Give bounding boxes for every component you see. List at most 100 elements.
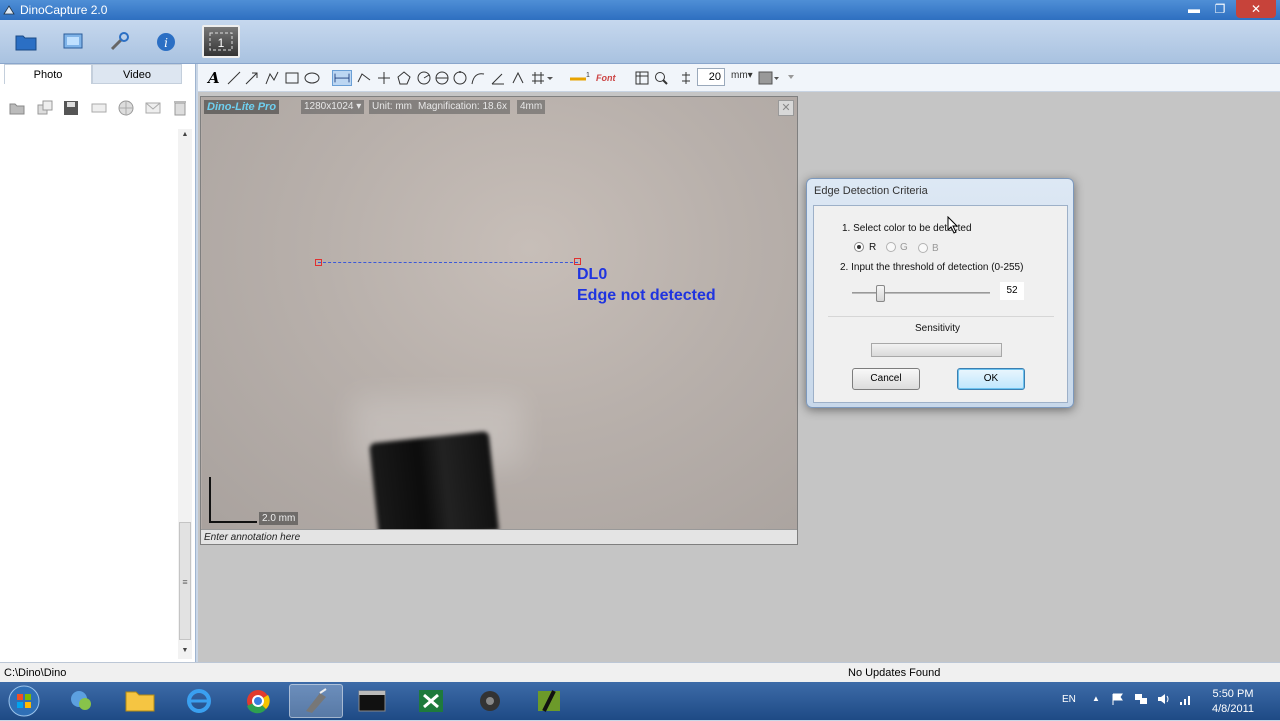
table-icon[interactable] [634, 70, 650, 86]
zoom-value-input[interactable]: 20 [697, 68, 725, 86]
taskbar-dinocapture[interactable] [289, 684, 343, 718]
field-of-view-label: 4mm [517, 100, 546, 114]
save-icon[interactable] [62, 99, 80, 117]
resolution-dropdown[interactable]: 1280x1024 ▾ [301, 100, 365, 114]
copy-icon[interactable] [36, 99, 54, 117]
network-icon[interactable] [1133, 692, 1149, 706]
taskbar-messenger[interactable] [54, 684, 108, 718]
cancel-button[interactable]: Cancel [852, 368, 920, 390]
cmd-icon [358, 690, 386, 712]
folder-icon[interactable] [12, 28, 40, 56]
drawing-toolbar: A 1 Font 20 mm▾ [198, 64, 1280, 92]
threshold-slider-track[interactable] [852, 292, 990, 294]
measurement-status: Edge not detected [577, 287, 716, 304]
tray-expand-icon[interactable]: ▲ [1092, 694, 1100, 703]
windows-start-icon[interactable] [4, 683, 44, 719]
clock[interactable]: 5:50 PM 4/8/2011 [1206, 687, 1260, 717]
scroll-thumb[interactable]: ≡ [179, 522, 191, 640]
taskbar-excel[interactable] [404, 684, 458, 718]
action-center-flag-icon[interactable] [1110, 692, 1126, 706]
taskbar-cmd[interactable] [345, 684, 399, 718]
radio-blue-label: B [932, 243, 939, 254]
info-icon[interactable]: i [152, 28, 180, 56]
minimize-button[interactable]: ▬ [1181, 0, 1207, 18]
camera-capture-button[interactable]: 1 [202, 25, 240, 58]
sensitivity-bar [871, 343, 1002, 357]
rename-icon[interactable] [90, 99, 108, 117]
angle-three-point-icon[interactable] [510, 70, 526, 86]
svg-text:1: 1 [586, 72, 590, 79]
taskbar-capture-app[interactable] [522, 684, 576, 718]
radio-blue[interactable] [918, 243, 928, 253]
preview-close-icon[interactable]: ✕ [778, 100, 794, 116]
calibration-icon[interactable] [679, 70, 693, 86]
thumbnail-scrollbar[interactable]: ▲ ≡ ▼ [178, 129, 192, 659]
volume-icon[interactable] [1156, 692, 1172, 706]
grid-icon[interactable] [530, 70, 546, 86]
circle-radius-icon[interactable] [416, 70, 432, 86]
overflow-icon[interactable] [786, 70, 796, 86]
tab-video[interactable]: Video [92, 64, 182, 84]
language-indicator[interactable]: EN [1062, 694, 1076, 705]
threshold-value-field[interactable]: 52 [1000, 282, 1024, 300]
multipoint-measure-icon[interactable] [356, 70, 372, 86]
measurement-start-point[interactable] [315, 259, 322, 266]
camera-capture-icon: 1 [209, 32, 233, 51]
tab-photo[interactable]: Photo [4, 64, 92, 84]
capture-app-icon [538, 690, 560, 712]
settings-dropdown-icon[interactable] [758, 70, 780, 86]
sensitivity-label: Sensitivity [915, 323, 961, 334]
magnification-label: Magnification: 18.6x [415, 100, 510, 114]
taskbar-camera[interactable] [463, 684, 517, 718]
unit-dropdown[interactable]: mm▾ [731, 70, 753, 81]
tools-icon[interactable] [105, 28, 133, 56]
line-tool-icon[interactable] [226, 70, 242, 86]
live-preview-window[interactable]: DL0 Edge not detected 2.0 mm Dino-Lite P… [200, 96, 798, 545]
font-tool-icon[interactable]: Font [596, 70, 622, 86]
measurement-label: DL0 Edge not detected [577, 264, 716, 306]
probe-tip-image [369, 431, 499, 543]
email-icon[interactable] [144, 99, 162, 117]
taskbar-chrome[interactable] [231, 684, 285, 718]
scroll-down-arrow-icon[interactable]: ▼ [178, 647, 192, 654]
measurement-line[interactable] [318, 262, 578, 263]
taskbar-explorer[interactable] [113, 684, 167, 718]
angle-measure-icon[interactable] [490, 70, 506, 86]
globe-icon[interactable] [117, 99, 135, 117]
threshold-slider-thumb[interactable] [876, 285, 885, 302]
arc-measure-icon[interactable] [470, 70, 486, 86]
microscope-image[interactable]: DL0 Edge not detected 2.0 mm [202, 97, 797, 543]
excel-icon [419, 690, 443, 712]
polygon-measure-icon[interactable] [396, 70, 412, 86]
delete-icon[interactable] [172, 99, 188, 117]
close-button[interactable]: ✕ [1236, 0, 1276, 18]
radio-red-label: R [869, 242, 877, 253]
arrow-tool-icon[interactable] [244, 70, 260, 86]
circle-three-point-icon[interactable] [452, 70, 468, 86]
annotation-input[interactable]: Enter annotation here [201, 529, 797, 544]
polyline-tool-icon[interactable] [264, 70, 280, 86]
dinocapture-icon [306, 688, 327, 713]
distance-measure-tool-icon[interactable] [332, 70, 352, 86]
line-color-icon[interactable]: 1 [568, 70, 592, 86]
ellipse-tool-icon[interactable] [304, 70, 320, 86]
open-icon[interactable] [8, 99, 26, 117]
internet-explorer-icon [187, 689, 211, 713]
preview-header: Dino-Lite Pro 1280x1024 ▾ Unit: mm Magni… [201, 97, 797, 117]
radio-green[interactable] [886, 242, 896, 252]
radio-red[interactable] [854, 242, 864, 252]
monitor-icon[interactable] [59, 28, 87, 56]
grid-dropdown-icon[interactable] [546, 70, 554, 86]
ok-button[interactable]: OK [957, 368, 1025, 390]
signal-icon[interactable] [1178, 692, 1194, 706]
scroll-up-arrow-icon[interactable]: ▲ [178, 131, 192, 138]
taskbar-ie[interactable] [172, 684, 226, 718]
magnifier-icon[interactable] [653, 70, 669, 86]
maximize-button[interactable]: ❐ [1207, 0, 1233, 18]
perpendicular-measure-icon[interactable] [376, 70, 392, 86]
text-tool-icon[interactable]: A [208, 70, 224, 86]
app-icon [3, 5, 15, 15]
dialog-divider [828, 316, 1054, 317]
rectangle-tool-icon[interactable] [284, 70, 300, 86]
circle-diameter-icon[interactable] [434, 70, 450, 86]
